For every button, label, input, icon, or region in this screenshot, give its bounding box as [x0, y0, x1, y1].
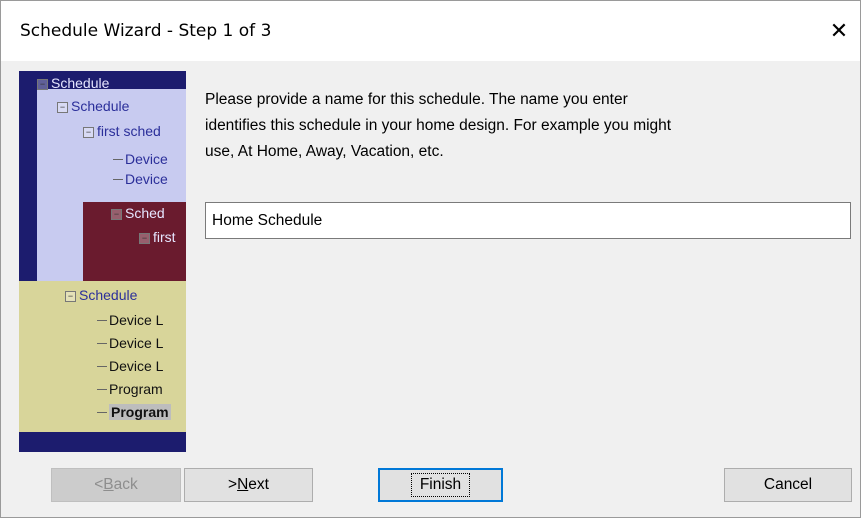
window-title: Schedule Wizard - Step 1 of 3	[20, 21, 272, 41]
close-icon[interactable]: ✕	[819, 13, 859, 49]
schedule-wizard-dialog: Schedule Wizard - Step 1 of 3 ✕ − Schedul…	[0, 0, 861, 518]
tree-node: − Schedule	[65, 287, 137, 303]
finish-button[interactable]: Finish	[378, 468, 503, 502]
description-line: use, At Home, Away, Vacation, etc.	[205, 143, 444, 160]
collapse-icon: −	[83, 127, 94, 138]
description-text: Please provide a name for this schedule.…	[205, 87, 805, 165]
tree-node: − first sched	[83, 123, 161, 139]
collapse-icon: −	[37, 79, 48, 90]
tree-node: Device L	[97, 312, 163, 328]
collapse-icon: −	[139, 233, 150, 244]
next-button[interactable]: > Next	[184, 468, 313, 502]
collapse-icon: −	[65, 291, 76, 302]
tree-node: Device L	[97, 335, 163, 351]
cancel-button[interactable]: Cancel	[724, 468, 852, 502]
tree-node: − Schedule	[37, 75, 109, 91]
side-layer-navy-bottom	[19, 432, 186, 452]
tree-node: Device	[113, 171, 168, 187]
title-bar: Schedule Wizard - Step 1 of 3 ✕	[1, 1, 860, 61]
tree-node: − Sched	[111, 205, 165, 221]
collapse-icon: −	[57, 102, 68, 113]
collapse-icon: −	[111, 209, 122, 220]
description-line: identifies this schedule in your home de…	[205, 117, 672, 134]
tree-node-selected: Program	[97, 404, 171, 420]
tree-node: Program	[97, 381, 163, 397]
tree-node: Device	[113, 151, 168, 167]
tree-node: − first	[139, 229, 176, 245]
tree-node: − Schedule	[57, 98, 129, 114]
schedule-name-input[interactable]	[205, 202, 851, 239]
tree-node: Device L	[97, 358, 163, 374]
back-button[interactable]: < Back	[51, 468, 181, 502]
description-line: Please provide a name for this schedule.…	[205, 91, 628, 108]
wizard-side-image: − Schedule − Schedule − first sched Device …	[19, 71, 186, 452]
